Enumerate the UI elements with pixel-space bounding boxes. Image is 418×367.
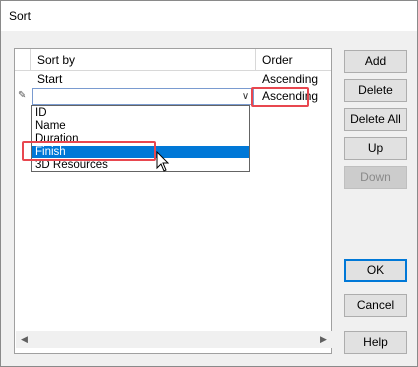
scroll-left-icon[interactable]: ◀ — [16, 331, 33, 348]
ok-button[interactable]: OK — [344, 259, 407, 282]
mouse-pointer-icon — [156, 151, 170, 172]
pencil-icon: ✎ — [18, 90, 27, 101]
cancel-button[interactable]: Cancel — [344, 294, 407, 317]
header-gutter — [15, 49, 31, 71]
down-button[interactable]: Down — [344, 166, 407, 189]
sort-by-dropdown-list[interactable]: ID Name Duration Finish 3D Resources — [31, 105, 250, 172]
up-button[interactable]: Up — [344, 137, 407, 160]
table-row[interactable]: Start Ascending — [15, 71, 331, 88]
delete-all-button[interactable]: Delete All — [344, 108, 407, 131]
dropdown-option[interactable]: Name — [32, 120, 249, 132]
title-bar[interactable]: Sort — [1, 1, 417, 31]
scroll-right-icon[interactable]: ▶ — [315, 331, 332, 348]
dropdown-option[interactable]: 3D Resources — [32, 159, 249, 171]
column-header-sort-by[interactable]: Sort by — [31, 49, 256, 71]
sort-by-combo[interactable]: ∨ — [32, 88, 254, 105]
sort-grid: Sort by Order Start Ascending ✎ Ascendin… — [14, 48, 332, 354]
order-cell[interactable]: Ascending — [256, 71, 331, 88]
dropdown-option[interactable]: ID — [32, 107, 249, 119]
grid-header: Sort by Order — [15, 49, 331, 71]
chevron-down-icon[interactable]: ∨ — [239, 90, 252, 103]
column-header-order[interactable]: Order — [256, 49, 333, 71]
add-button[interactable]: Add — [344, 50, 407, 73]
sort-dialog: Sort Sort by Order Start Ascending ✎ Asc… — [0, 0, 418, 367]
order-cell[interactable]: Ascending — [256, 88, 331, 105]
help-button[interactable]: Help — [344, 331, 407, 354]
sort-by-cell[interactable]: Start — [31, 71, 256, 88]
window-title: Sort — [9, 9, 32, 23]
dropdown-option-selected[interactable]: Finish — [32, 146, 249, 158]
dropdown-option[interactable]: Duration — [32, 133, 249, 145]
horizontal-scrollbar[interactable]: ◀ ▶ — [16, 331, 332, 348]
delete-button[interactable]: Delete — [344, 79, 407, 102]
